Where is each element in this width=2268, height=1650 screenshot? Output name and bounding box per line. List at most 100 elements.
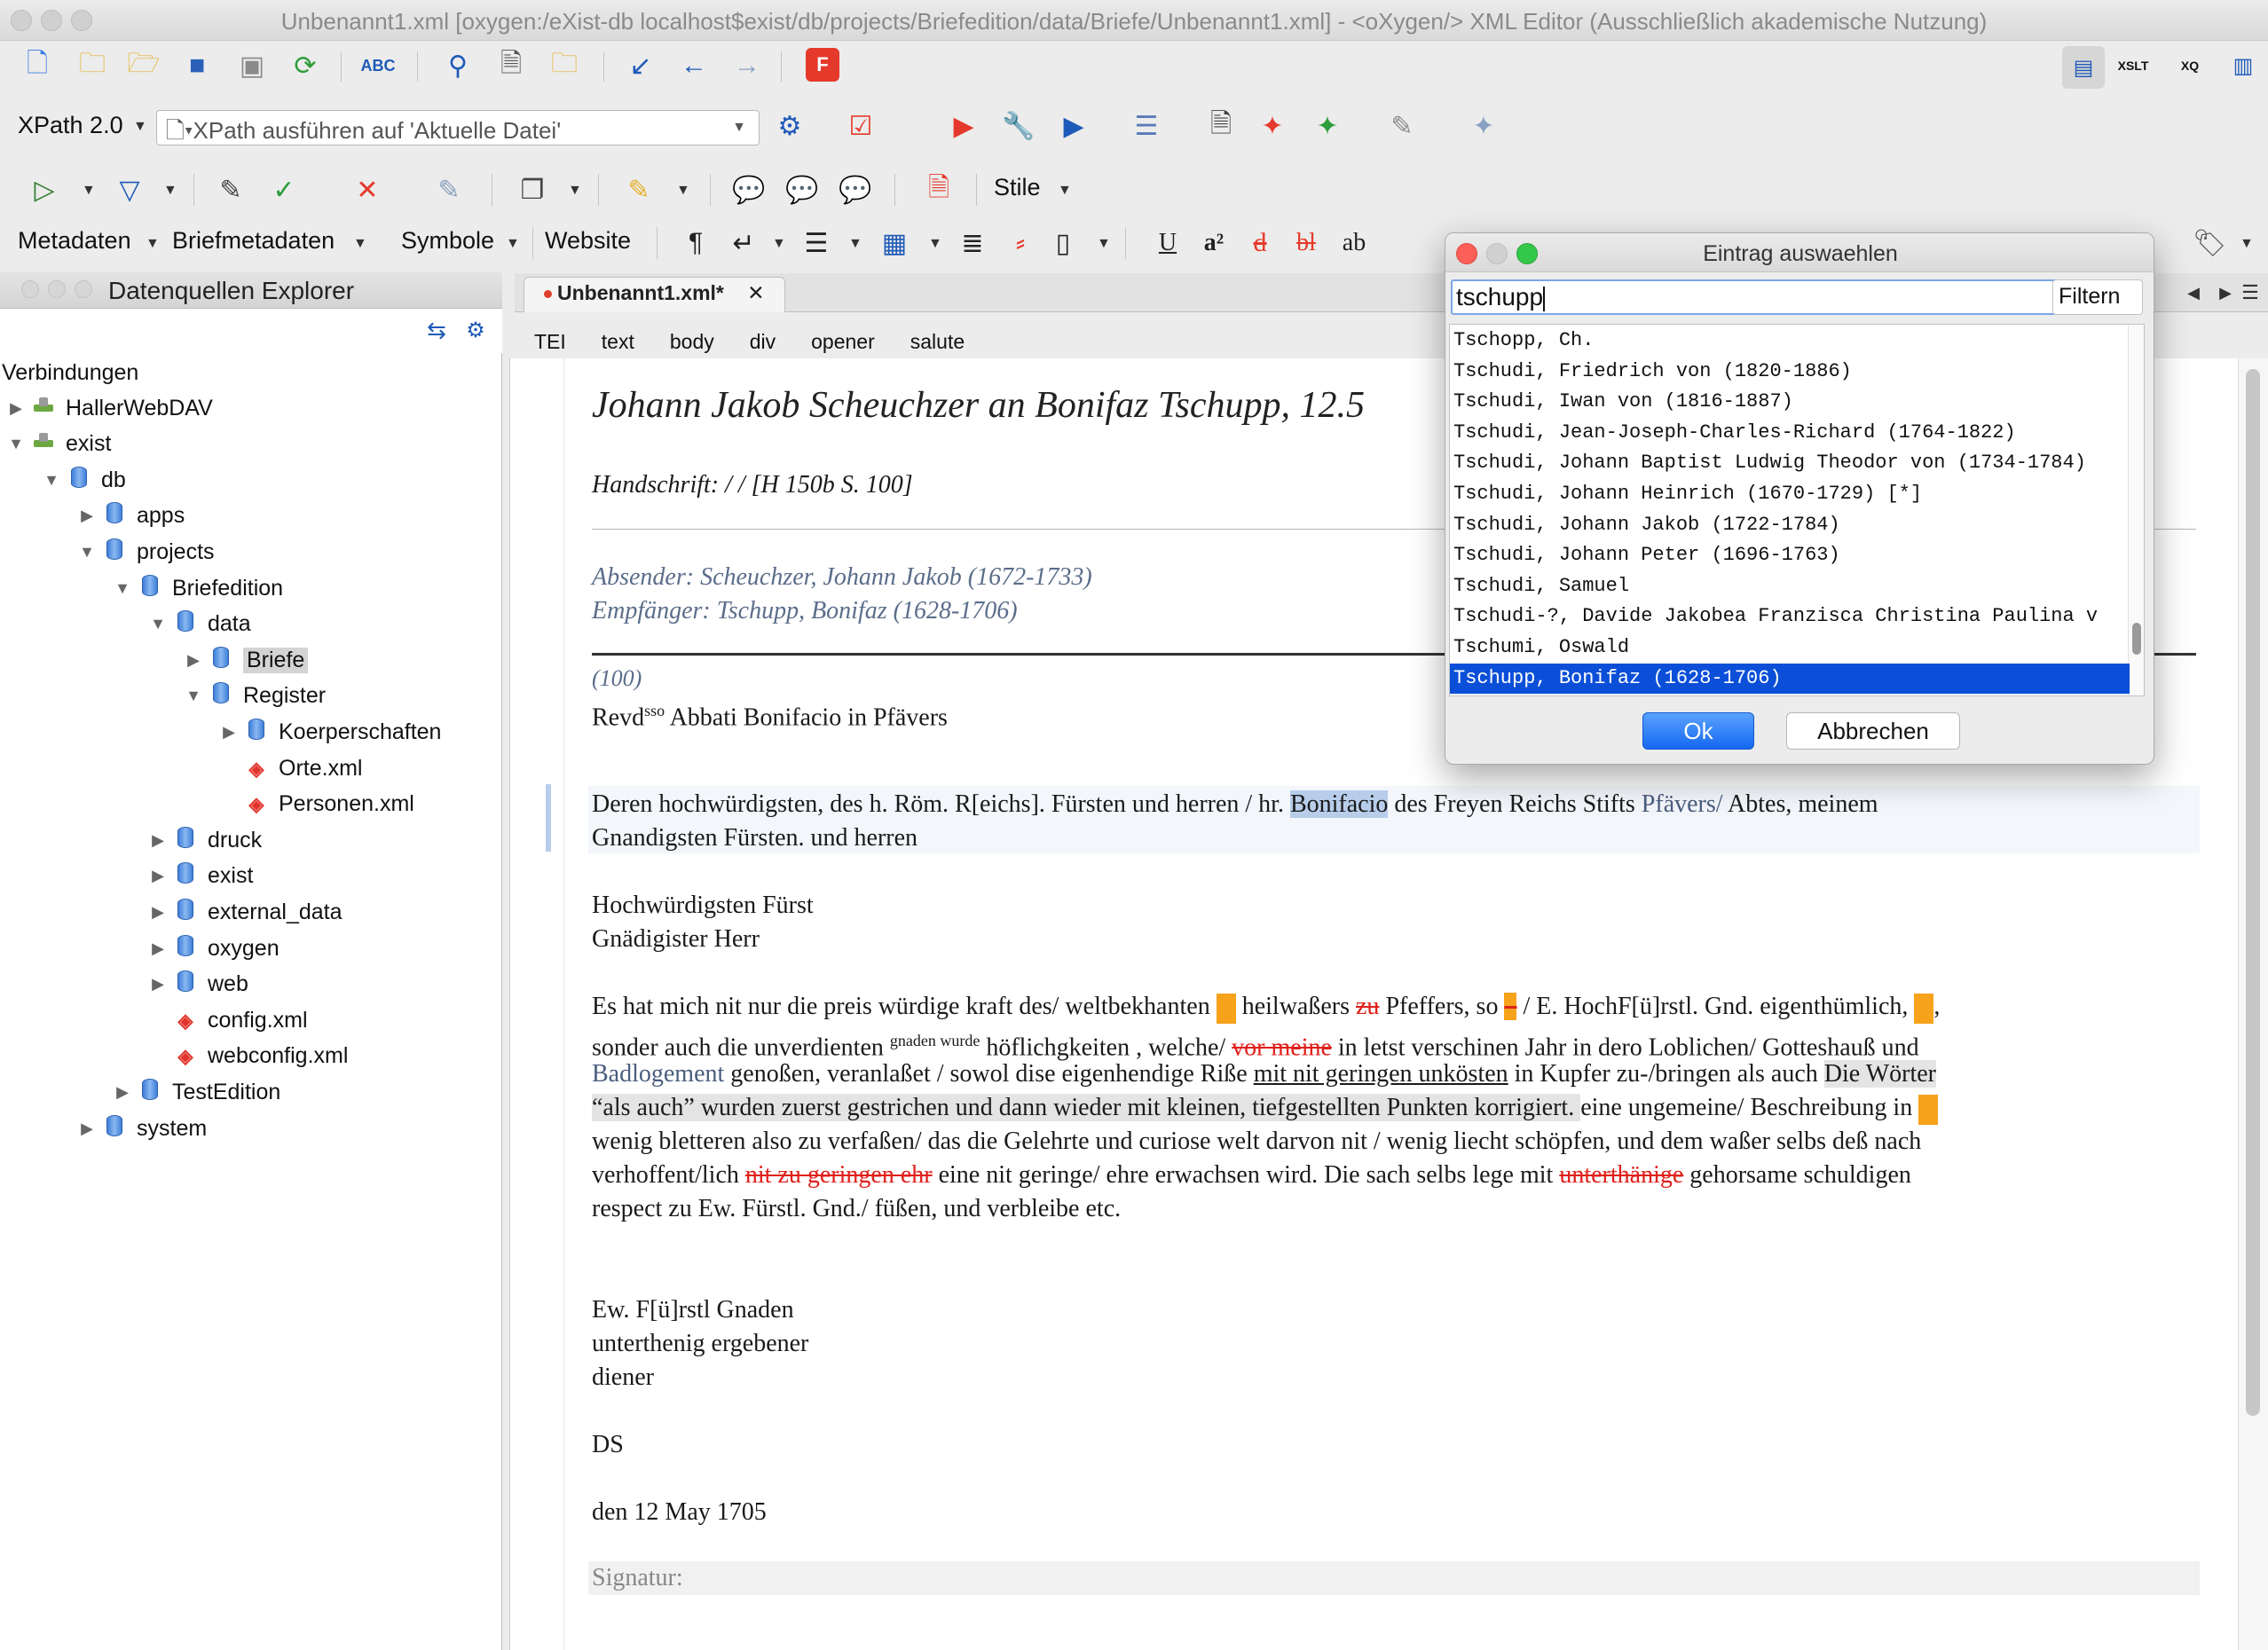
expand-arrow-icon[interactable]: ▶: [146, 831, 170, 850]
ok-button[interactable]: Ok: [1642, 712, 1754, 750]
breadcrumb-item[interactable]: opener: [811, 330, 875, 354]
tree-item-webconfig-xml[interactable]: ◈ webconfig.xml: [146, 1039, 349, 1074]
place-reference[interactable]: Pfävers/: [1642, 790, 1723, 818]
tree-item-apps[interactable]: ▶ apps: [75, 499, 185, 534]
entry-list-item[interactable]: Tschupp, Bonifaz (1628-1706): [1450, 663, 2130, 694]
run-transformation-icon[interactable]: ▶: [946, 108, 981, 144]
explorer-minimize-button[interactable]: [48, 280, 66, 298]
remove-comment-icon[interactable]: 💬: [838, 172, 873, 208]
paragraph-icon[interactable]: ¶: [678, 225, 713, 261]
breadcrumb-item[interactable]: TEI: [534, 330, 566, 354]
signatur-field[interactable]: Signatur:: [592, 1561, 683, 1595]
open-file-icon[interactable]: 🗀: [547, 48, 582, 83]
tree-item-druck[interactable]: ▶ druck: [146, 822, 262, 858]
table-chevron-icon[interactable]: ▼: [928, 236, 942, 252]
highlight-chevron-icon[interactable]: ▼: [676, 183, 690, 199]
tree-item-hallerwebdav[interactable]: ▶ HallerWebDAV: [4, 390, 213, 426]
expand-arrow-icon[interactable]: ▶: [146, 867, 170, 885]
tree-item-config-xml[interactable]: ◈ config.xml: [146, 1002, 308, 1038]
hyphen-icon[interactable]: ⸗: [1003, 225, 1038, 261]
substitution-icon[interactable]: ab: [1336, 225, 1372, 261]
column-icon[interactable]: ▯: [1045, 225, 1081, 261]
edit-form-icon[interactable]: ✎: [1384, 108, 1420, 144]
entry-list-item[interactable]: Tschudi, Johann Baptist Ludwig Theodor v…: [1450, 448, 2130, 478]
entry-list-item[interactable]: Tschudi, Friedrich von (1820-1886): [1450, 357, 2130, 387]
website-menu[interactable]: Website: [545, 227, 631, 255]
filter-button[interactable]: Filtern: [2052, 279, 2143, 315]
metadaten-chevron-icon[interactable]: ▼: [146, 236, 160, 252]
add-comment-icon[interactable]: 💬: [731, 172, 767, 208]
tree-item-web[interactable]: ▶ web: [146, 967, 248, 1002]
forward-arrow-icon[interactable]: →: [729, 48, 765, 83]
collapse-arrow-icon[interactable]: ▼: [181, 687, 206, 705]
tree-item-orte-xml[interactable]: ◈ Orte.xml: [217, 750, 363, 786]
configure-transformation-icon[interactable]: 🔧: [1001, 108, 1036, 144]
tree-item-personen-xml[interactable]: ◈ Personen.xml: [217, 787, 414, 822]
list-chevron-icon[interactable]: ▼: [848, 236, 862, 252]
expand-arrow-icon[interactable]: ▶: [75, 1120, 99, 1138]
list-icon[interactable]: ☰: [799, 225, 834, 261]
expand-arrow-icon[interactable]: ▶: [146, 939, 170, 958]
breadcrumb-item[interactable]: div: [750, 330, 776, 354]
align-icon[interactable]: ≣: [955, 225, 990, 261]
tree-item-oxygen[interactable]: ▶ oxygen: [146, 931, 280, 966]
collapse-arrow-icon[interactable]: ▼: [146, 615, 170, 633]
editor-scrollbar-thumb[interactable]: [2246, 369, 2260, 1416]
tree-item-register[interactable]: ▼ Register: [181, 679, 326, 714]
symbole-menu[interactable]: Symbole: [401, 227, 494, 255]
tab-unbenannt1[interactable]: Unbenannt1.xml* ✕: [524, 277, 785, 312]
highlight-icon[interactable]: ✎: [621, 172, 657, 208]
fop-icon[interactable]: F: [806, 48, 839, 82]
xpath-version-chevron-icon[interactable]: ▼: [133, 119, 147, 135]
metadaten-menu[interactable]: Metadaten: [18, 227, 131, 255]
open-url-icon[interactable]: 🗁: [126, 48, 161, 83]
gap-marker[interactable]: [1914, 993, 1934, 1024]
briefmetadaten-menu[interactable]: Briefmetadaten: [172, 227, 335, 255]
deletion-icon[interactable]: d: [1242, 225, 1278, 261]
copy-icon[interactable]: ❐: [515, 172, 550, 208]
back-arrow-icon[interactable]: ←: [676, 48, 712, 83]
database-perspective-icon[interactable]: ▥: [2225, 48, 2261, 83]
tag-chevron-icon[interactable]: ▼: [2240, 236, 2254, 252]
breadcrumb-item[interactable]: text: [602, 330, 634, 354]
link-with-editor-icon[interactable]: ⇆: [419, 312, 454, 348]
new-file-icon[interactable]: 🗋: [20, 48, 55, 83]
explorer-maximize-button[interactable]: [75, 280, 92, 298]
underline-icon[interactable]: U: [1150, 225, 1185, 261]
manage-review-icon[interactable]: 🗎: [921, 172, 957, 208]
superscript-icon[interactable]: a²: [1196, 225, 1232, 261]
reload-icon[interactable]: ⟳: [287, 48, 323, 83]
xpath-dropdown-chevron-icon[interactable]: ▼: [732, 120, 746, 136]
pin-gray-icon[interactable]: ✦: [1466, 108, 1501, 144]
comment-change-icon[interactable]: ✎: [431, 172, 467, 208]
entry-list-item[interactable]: Tschopp, Ch.: [1450, 326, 2130, 356]
accept-change-icon[interactable]: ✓: [266, 172, 302, 208]
expand-arrow-icon[interactable]: ▶: [217, 723, 241, 742]
entry-list-item[interactable]: Tschumi, Oswald: [1450, 632, 2130, 663]
tag-display-icon[interactable]: ▷: [27, 172, 62, 208]
stile-menu[interactable]: Stile: [994, 174, 1041, 201]
line-break-chevron-icon[interactable]: ▼: [772, 236, 786, 252]
tree-item-exist[interactable]: ▶ exist: [146, 859, 253, 894]
entry-list-scrollbar-thumb[interactable]: [2132, 623, 2141, 655]
entry-list-item[interactable]: Tschudi, Johann Jakob (1722-1784): [1450, 510, 2130, 540]
column-chevron-icon[interactable]: ▼: [1097, 236, 1111, 252]
entry-list-item[interactable]: Tschudi, Johann Peter (1696-1763): [1450, 540, 2130, 570]
format-indent-icon[interactable]: ☰: [1129, 108, 1164, 144]
save-icon[interactable]: ■: [179, 48, 215, 83]
validate-checkmark-icon[interactable]: ☑: [843, 108, 878, 144]
entry-list-item[interactable]: Tschudi, Jean-Joseph-Charles-Richard (17…: [1450, 418, 2130, 448]
tree-item-koerperschaften[interactable]: ▶ Koerperschaften: [217, 714, 441, 750]
pin-red-icon[interactable]: ✦: [1255, 108, 1290, 144]
table-icon[interactable]: ▦: [877, 225, 912, 261]
explorer-settings-gear-icon[interactable]: ⚙: [458, 312, 493, 348]
find-in-files-icon[interactable]: 🗎: [493, 48, 529, 83]
editorial-note[interactable]: “als auch” wurden zuerst gestrichen und …: [592, 1094, 1581, 1121]
collapse-arrow-icon[interactable]: ▼: [39, 471, 64, 490]
filter-chevron-icon[interactable]: ▼: [163, 183, 177, 199]
strike-insert-icon[interactable]: bl: [1288, 225, 1324, 261]
entry-list-item[interactable]: Tschudi, Samuel: [1450, 571, 2130, 601]
tree-item-data[interactable]: ▼ data: [146, 607, 251, 642]
save-all-icon[interactable]: ▣: [234, 48, 270, 83]
tag-icon[interactable]: 🏷: [2192, 225, 2227, 261]
